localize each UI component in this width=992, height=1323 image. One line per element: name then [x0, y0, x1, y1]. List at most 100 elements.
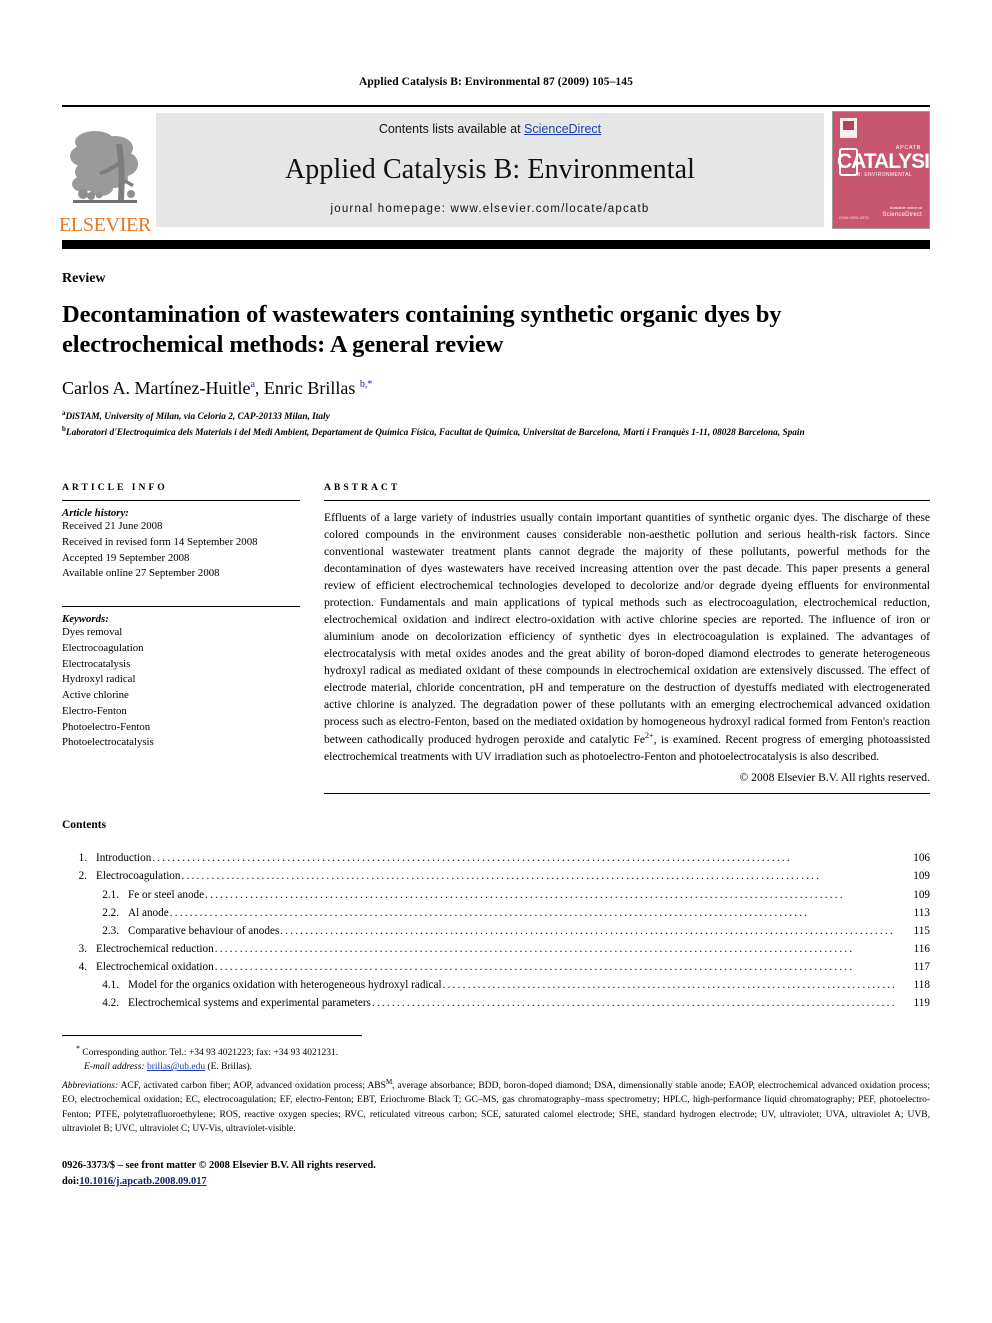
author-list: Carlos A. Martínez-Huitlea, Enric Brilla…: [62, 378, 930, 399]
corresponding-author-text: Corresponding author. Tel.: +34 93 40212…: [82, 1047, 339, 1058]
abstract-rule: [324, 500, 930, 502]
toc-entry[interactable]: 1. Introduction ........................…: [62, 849, 930, 867]
affiliation-a-text: DiSTAM, University of Milan, via Celoria…: [65, 411, 330, 422]
abbreviations-note: Abbreviations: ACF, activated carbon fib…: [62, 1077, 930, 1137]
masthead-black-band: [62, 240, 930, 249]
toc-number: 4.: [78, 961, 87, 974]
journal-masthead: ELSEVIER Contents lists available at Sci…: [58, 105, 930, 236]
toc-label: Electrochemical oxidation: [96, 961, 214, 974]
article-info-column: ARTICLE INFO Article history: Received 2…: [62, 482, 300, 794]
elsevier-tree-icon: [69, 126, 141, 214]
toc-page-number: 118: [913, 979, 930, 992]
toc-number: 3.: [78, 942, 87, 955]
affiliation-b: bLaboratori d'Electroquímica dels Materi…: [62, 424, 930, 440]
abbreviations-part1: ACF, activated carbon fiber; AOP, advanc…: [118, 1080, 386, 1091]
history-item: Available online 27 September 2008: [62, 567, 220, 580]
sciencedirect-link[interactable]: ScienceDirect: [524, 122, 601, 136]
toc-leader-dots: ........................................…: [181, 870, 822, 883]
toc-number: 2.2.: [102, 906, 119, 919]
toc-entry[interactable]: 2. Electrocoagulation ..................…: [62, 867, 930, 885]
history-item: Accepted 19 September 2008: [62, 551, 190, 564]
article-info-abstract-row: ARTICLE INFO Article history: Received 2…: [62, 482, 930, 795]
toc-label: Al anode: [128, 906, 169, 919]
toc-label: Electrocoagulation: [96, 870, 181, 883]
toc-leader-dots: ........................................…: [280, 924, 894, 937]
keyword-item: Dyes removal: [62, 626, 123, 639]
toc-entry[interactable]: 3. Electrochemical reduction ...........…: [62, 940, 930, 958]
toc-page-number: 119: [913, 997, 930, 1010]
keywords-label: Keywords:: [62, 613, 109, 626]
footnote-rule: [62, 1034, 362, 1036]
masthead-center-band: Contents lists available at ScienceDirec…: [156, 113, 824, 227]
cover-sciencedirect-mark: ScienceDirect: [882, 212, 922, 219]
toc-number: 4.1.: [102, 979, 119, 992]
toc-label: Model for the organics oxidation with he…: [128, 979, 442, 992]
toc-page-number: 116: [913, 942, 930, 955]
abstract-text-part1: Effluents of a large variety of industri…: [324, 511, 930, 747]
toc-label: Fe or steel anode: [128, 888, 205, 901]
elsevier-logo: ELSEVIER: [58, 107, 152, 236]
elsevier-wordmark: ELSEVIER: [58, 214, 152, 236]
affiliation-b-text: Laboratori d'Electroquímica dels Materia…: [65, 428, 805, 439]
article-info-rule: [62, 500, 300, 502]
toc-page-number: 113: [913, 906, 930, 919]
cover-footer-left: ISSN 0926-3373: [839, 215, 869, 220]
corresponding-author-marker: *: [76, 1043, 80, 1053]
history-item: Received 21 June 2008: [62, 520, 163, 533]
abstract-copyright: © 2008 Elsevier B.V. All rights reserved…: [739, 771, 930, 785]
keyword-item: Hydroxyl radical: [62, 673, 136, 686]
toc-label: Electrochemical reduction: [96, 942, 214, 955]
toc-number: 4.2.: [102, 997, 119, 1010]
affiliation-a: aDiSTAM, University of Milan, via Celori…: [62, 408, 930, 424]
keyword-item: Electro-Fenton: [62, 704, 127, 717]
author-2-affil-marker: b,*: [359, 378, 373, 390]
toc-entry[interactable]: 4. Electrochemical oxidation ...........…: [62, 958, 930, 976]
keywords-list: Dyes removal Electrocoagulation Electroc…: [62, 625, 300, 751]
toc-number: 1.: [78, 852, 87, 865]
toc-leader-dots: ........................................…: [152, 852, 792, 865]
article-info-heading: ARTICLE INFO: [62, 482, 168, 494]
article-history-list: Received 21 June 2008 Received in revise…: [62, 519, 300, 582]
doi-link[interactable]: 10.1016/j.apcatb.2008.09.017: [79, 1176, 206, 1187]
cover-footer-right: Available online at ScienceDirect: [882, 205, 922, 221]
toc-number: 2.: [78, 870, 87, 883]
email-note: E-mail address: brillas@ub.edu (E. Brill…: [62, 1060, 930, 1074]
toc-number: 2.1.: [102, 888, 119, 901]
author-1-name: Carlos A. Martínez-Huitle: [62, 377, 251, 398]
toc-page-number: 117: [913, 961, 930, 974]
journal-homepage-line: journal homepage: www.elsevier.com/locat…: [330, 203, 650, 215]
email-link[interactable]: brillas@ub.edu: [147, 1062, 205, 1072]
cover-title: CATALYSIS: [837, 150, 929, 173]
toc-entry[interactable]: 2.3. Comparative behaviour of anodes ...…: [62, 922, 930, 940]
toc-entry[interactable]: 4.1. Model for the organics oxidation wi…: [62, 976, 930, 994]
cover-elsevier-mark-icon: [840, 118, 857, 138]
author-2-name: , Enric Brillas: [254, 377, 360, 398]
abstract-bottom-rule: [324, 793, 930, 795]
toc-entry[interactable]: 2.1. Fe or steel anode .................…: [62, 886, 930, 904]
toc-number: 2.3.: [102, 924, 119, 937]
article-type: Review: [62, 271, 106, 286]
running-head: Applied Catalysis B: Environmental 87 (2…: [359, 76, 633, 88]
toc-leader-dots: ........................................…: [214, 942, 855, 955]
abstract-heading: ABSTRACT: [324, 482, 401, 494]
abstract-column: ABSTRACT Effluents of a large variety of…: [324, 482, 930, 795]
keyword-item: Photoelectro-Fenton: [62, 720, 151, 733]
keyword-item: Photoelectrocatalysis: [62, 736, 154, 749]
toc-label: Electrochemical systems and experimental…: [128, 997, 371, 1010]
toc-entry[interactable]: 4.2. Electrochemical systems and experim…: [62, 994, 930, 1012]
article-history-block: Article history: Received 21 June 2008 R…: [62, 507, 300, 582]
toc-entry[interactable]: 2.2. Al anode ..........................…: [62, 904, 930, 922]
email-label: E-mail address:: [84, 1062, 145, 1073]
toc-leader-dots: ........................................…: [214, 961, 855, 974]
toc-leader-dots: ........................................…: [371, 997, 894, 1010]
history-item: Received in revised form 14 September 20…: [62, 535, 258, 548]
abbreviations-label: Abbreviations:: [62, 1080, 119, 1091]
toc-page-number: 115: [913, 924, 930, 937]
toc-page-number: 109: [913, 888, 930, 901]
journal-cover-thumbnail: APCATB CATALYSIS B: ENVIRONMENTAL ISSN 0…: [832, 111, 930, 229]
toc-leader-dots: ........................................…: [205, 888, 845, 901]
footer-issn-block: 0926-3373/$ – see front matter © 2008 El…: [62, 1158, 930, 1189]
toc-label: Introduction: [96, 852, 152, 865]
table-of-contents: 1. Introduction ........................…: [62, 849, 930, 1012]
doi-line: doi:10.1016/j.apcatb.2008.09.017: [62, 1174, 930, 1190]
